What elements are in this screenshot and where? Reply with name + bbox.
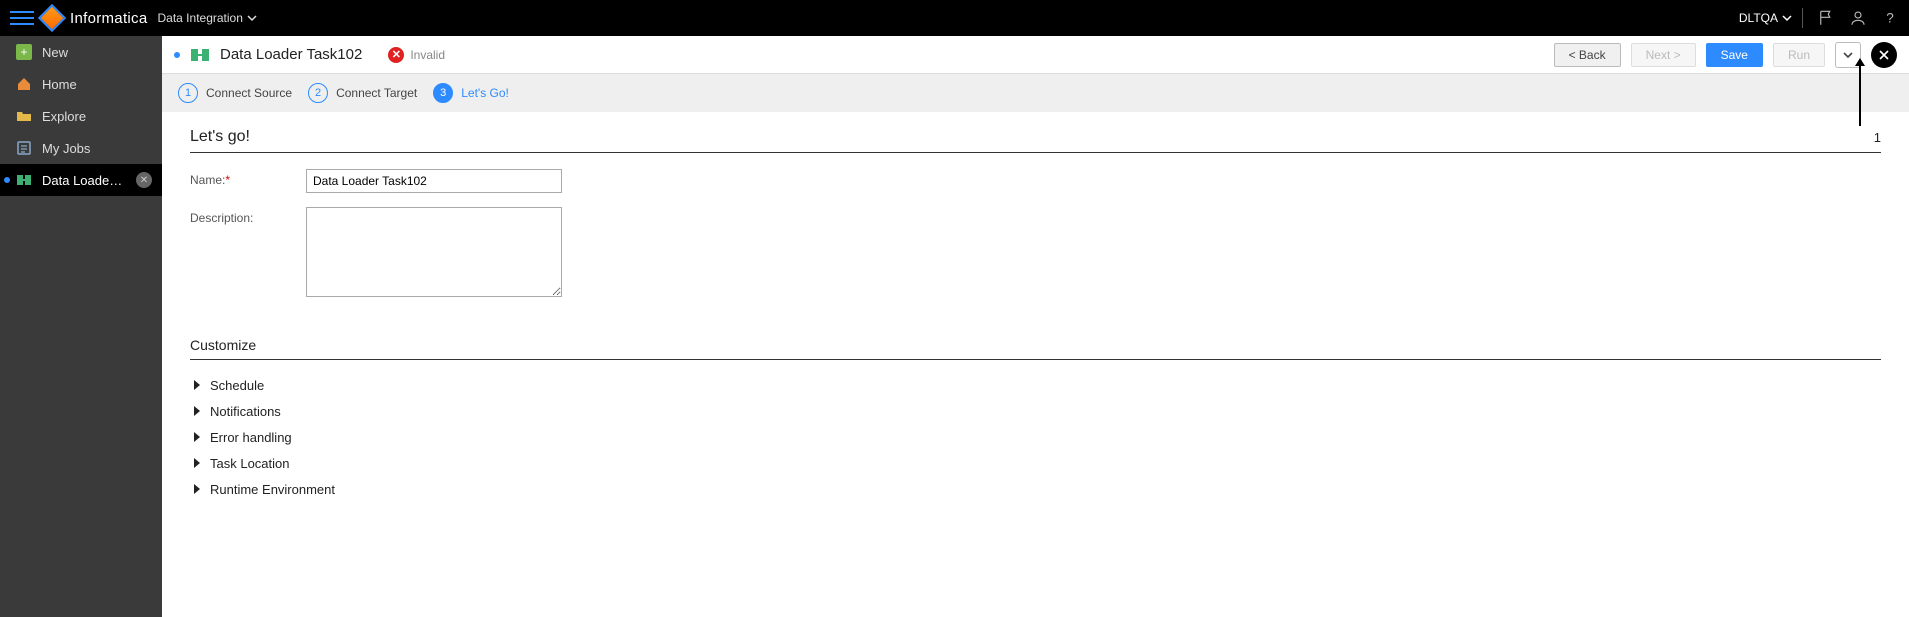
expander-label: Error handling [210, 430, 292, 445]
org-switcher[interactable]: DLTQA [1739, 11, 1792, 25]
description-row: Description: [190, 207, 1881, 297]
step-label: Connect Target [336, 86, 417, 100]
hamburger-menu-icon[interactable] [10, 6, 34, 30]
close-tab-button[interactable]: ✕ [136, 172, 152, 188]
expander-error-handling[interactable]: Error handling [190, 424, 1881, 450]
folder-icon [16, 108, 32, 124]
wizard-step-target[interactable]: 2 Connect Target [308, 83, 417, 103]
user-icon[interactable] [1849, 9, 1867, 27]
expander-label: Task Location [210, 456, 290, 471]
sidebar-item-new[interactable]: + New [0, 36, 162, 68]
expander-schedule[interactable]: Schedule [190, 372, 1881, 398]
step-number: 2 [308, 83, 328, 103]
sidebar-item-explore[interactable]: Explore [0, 100, 162, 132]
help-icon[interactable]: ? [1881, 9, 1899, 27]
sidebar-item-myjobs[interactable]: My Jobs [0, 132, 162, 164]
chevron-down-icon [1782, 13, 1792, 23]
name-label: Name:* [190, 169, 286, 187]
main-panel: Data Loader Task102 ✕ Invalid < Back Nex… [162, 36, 1909, 617]
sidebar-item-label: New [42, 45, 152, 60]
step-number: 3 [433, 83, 453, 103]
close-icon [1878, 49, 1890, 61]
run-button[interactable]: Run [1773, 43, 1825, 67]
caret-right-icon [194, 458, 200, 468]
expander-notifications[interactable]: Notifications [190, 398, 1881, 424]
brand-name: Informatica [70, 10, 148, 27]
sidebar-item-label: Explore [42, 109, 152, 124]
caret-right-icon [194, 432, 200, 442]
brand-logo [42, 8, 62, 28]
wizard-step-source[interactable]: 1 Connect Source [178, 83, 292, 103]
sidebar-item-task-open[interactable]: Data Loader Task1... ✕ [0, 164, 162, 196]
expander-label: Schedule [210, 378, 264, 393]
expander-label: Runtime Environment [210, 482, 335, 497]
annotation-arrow [1859, 64, 1861, 126]
name-row: Name:* [190, 169, 1881, 193]
chevron-down-icon [247, 13, 257, 23]
section-title-text: Let's go! [190, 128, 250, 146]
sidebar-item-home[interactable]: Home [0, 68, 162, 100]
content-area: Let's go! 1 Name:* Description: Customiz… [162, 112, 1909, 617]
left-sidebar: + New Home Explore My Jobs Data [0, 36, 162, 617]
wizard-step-letsgo[interactable]: 3 Let's Go! [433, 83, 509, 103]
dirty-indicator-icon [4, 177, 10, 183]
description-input[interactable] [306, 207, 562, 297]
plus-icon: + [16, 44, 32, 60]
page-header: Data Loader Task102 ✕ Invalid < Back Nex… [162, 36, 1909, 74]
data-loader-icon [16, 172, 32, 188]
app-name-label: Data Integration [158, 11, 243, 25]
step-number: 1 [178, 83, 198, 103]
header-utility-icons: ? [1802, 8, 1899, 28]
expander-task-location[interactable]: Task Location [190, 450, 1881, 476]
next-button[interactable]: Next > [1631, 43, 1696, 67]
step-label: Let's Go! [461, 86, 509, 100]
error-icon: ✕ [388, 47, 404, 63]
divider [1802, 8, 1803, 28]
save-button[interactable]: Save [1706, 43, 1763, 67]
sidebar-item-label: My Jobs [42, 141, 152, 156]
section-header: Let's go! 1 [190, 128, 1881, 153]
issue-count: 1 [1874, 130, 1881, 145]
expander-label: Notifications [210, 404, 281, 419]
status-badge: ✕ Invalid [388, 47, 445, 63]
sidebar-item-label: Data Loader Task1... [42, 173, 126, 188]
app-switcher[interactable]: Data Integration [158, 11, 257, 25]
wizard-steps: 1 Connect Source 2 Connect Target 3 Let'… [162, 74, 1909, 112]
sidebar-item-label: Home [42, 77, 152, 92]
chevron-down-icon [1841, 48, 1855, 62]
svg-text:?: ? [1886, 11, 1894, 26]
status-label: Invalid [410, 48, 445, 62]
close-button[interactable] [1871, 42, 1897, 68]
expander-runtime-env[interactable]: Runtime Environment [190, 476, 1881, 502]
name-input[interactable] [306, 169, 562, 193]
page-title: Data Loader Task102 [220, 46, 362, 63]
step-label: Connect Source [206, 86, 292, 100]
customize-header: Customize [190, 337, 1881, 360]
home-icon [16, 76, 32, 92]
data-loader-icon [190, 45, 210, 65]
back-button[interactable]: < Back [1554, 43, 1621, 67]
flag-icon[interactable] [1817, 9, 1835, 27]
caret-right-icon [194, 406, 200, 416]
org-label: DLTQA [1739, 11, 1778, 25]
caret-right-icon [194, 380, 200, 390]
dirty-indicator-icon [174, 52, 180, 58]
jobs-icon [16, 140, 32, 156]
caret-right-icon [194, 484, 200, 494]
global-header: Informatica Data Integration DLTQA ? [0, 0, 1909, 36]
description-label: Description: [190, 207, 286, 225]
